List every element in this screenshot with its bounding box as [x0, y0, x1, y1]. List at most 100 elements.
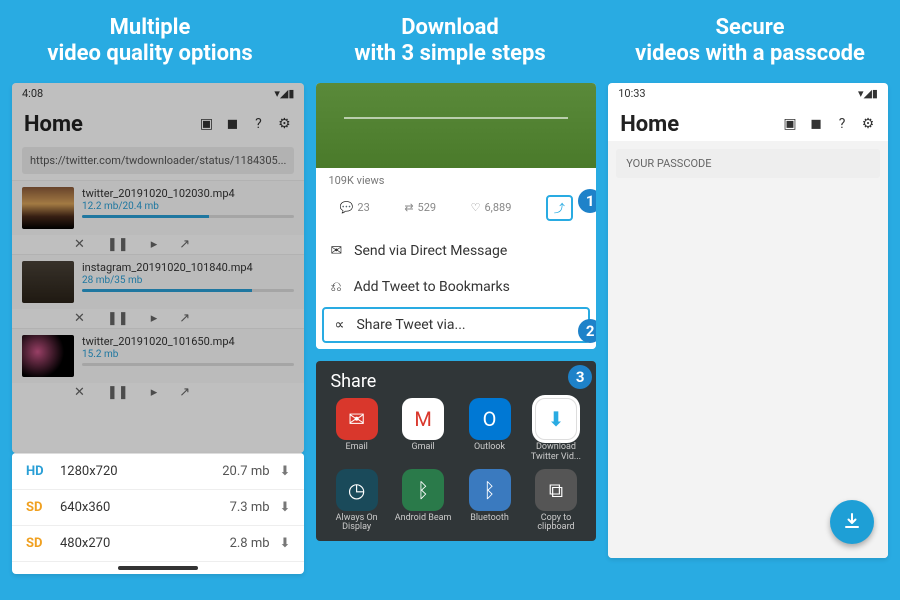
clock: 4:08	[22, 87, 43, 100]
bt-icon: ᛒ	[469, 469, 511, 511]
share-action[interactable]: ⤴	[546, 195, 573, 221]
step-badge-3: 3	[568, 365, 592, 389]
bookmark-icon: ⎌	[330, 279, 341, 295]
download-item[interactable]: twitter_20191020_101650.mp4 15.2 mb	[12, 328, 304, 383]
app-label: Android Beam	[395, 514, 452, 524]
like-action[interactable]: ♡ 6,889	[471, 195, 512, 221]
menu-share-via[interactable]: ∝Share Tweet via...	[322, 307, 590, 343]
resolution: 480x270	[60, 536, 230, 551]
comment-action[interactable]: 💬 23	[340, 195, 370, 221]
header-quality: Multiplevideo quality options	[0, 10, 300, 73]
app-label: Bluetooth	[470, 514, 509, 524]
quality-badge: SD	[26, 500, 60, 515]
cancel-icon[interactable]: ✕	[74, 385, 85, 400]
play-icon[interactable]: ▸	[151, 311, 158, 326]
clip-icon: ⧉	[535, 469, 577, 511]
retweet-action[interactable]: ⇄ 529	[404, 195, 436, 221]
tweet-card: 109K views 💬 23 ⇄ 529 ♡ 6,889 ⤴ 1 ✉Send …	[316, 83, 596, 349]
share-app-aod[interactable]: ◷ Always On Display	[326, 469, 386, 534]
status-icons: ▾◢▮	[274, 87, 294, 100]
thumbnail	[22, 187, 74, 229]
cancel-icon[interactable]: ✕	[74, 311, 85, 326]
clock: 10:33	[618, 87, 645, 100]
quality-option[interactable]: SD 640x360 7.3 mb ⬇	[12, 490, 304, 526]
app-label: Always On Display	[327, 514, 387, 534]
email-icon: ✉	[336, 398, 378, 440]
file-name: twitter_20191020_102030.mp4	[82, 187, 294, 200]
library-icon[interactable]: ▣	[198, 116, 214, 132]
status-bar: 10:33 ▾◢▮	[608, 83, 888, 104]
play-icon[interactable]: ▸	[151, 385, 158, 400]
share-icon[interactable]: ↗	[179, 311, 190, 326]
gear-icon[interactable]: ⚙	[276, 116, 292, 132]
download-item[interactable]: twitter_20191020_102030.mp4 12.2 mb/20.4…	[12, 180, 304, 235]
download-icon[interactable]: ⬇	[280, 500, 291, 515]
screen-passcode: 10:33 ▾◢▮ Home ▣ ◼ ? ⚙ YOUR PASSCODE	[608, 83, 888, 558]
ab-icon: ᛒ	[402, 469, 444, 511]
quality-option[interactable]: SD 480x270 2.8 mb ⬇	[12, 526, 304, 562]
quality-sheet: HD 1280x720 20.7 mb ⬇ SD 640x360 7.3 mb …	[12, 453, 304, 562]
bookmark-icon[interactable]: ◼	[808, 116, 824, 132]
gear-icon[interactable]: ⚙	[860, 116, 876, 132]
view-count: 109K views	[316, 168, 596, 191]
share-app-email[interactable]: ✉ Email	[326, 398, 386, 463]
share-app-bt[interactable]: ᛒ Bluetooth	[459, 469, 519, 534]
thumbnail	[22, 335, 74, 377]
quality-badge: SD	[26, 536, 60, 551]
share-icon: ∝	[334, 317, 344, 333]
play-icon[interactable]: ▸	[151, 237, 158, 252]
step-badge-1: 1	[578, 189, 596, 213]
pause-icon[interactable]: ❚❚	[107, 385, 129, 400]
share-app-clip[interactable]: ⧉ Copy to clipboard	[526, 469, 586, 534]
help-icon[interactable]: ?	[250, 116, 266, 132]
file-size: 15.2 mb	[82, 349, 294, 360]
menu-dm[interactable]: ✉Send via Direct Message	[316, 233, 596, 269]
nav-handle	[118, 566, 198, 570]
share-icon[interactable]: ↗	[179, 237, 190, 252]
download-item[interactable]: instagram_20191020_101840.mp4 28 mb/35 m…	[12, 254, 304, 309]
aod-icon: ◷	[336, 469, 378, 511]
download-controls: ✕ ❚❚ ▸ ↗	[22, 309, 294, 328]
page-title: Home	[620, 112, 679, 137]
quality-option[interactable]: HD 1280x720 20.7 mb ⬇	[12, 454, 304, 490]
passcode-input[interactable]: YOUR PASSCODE	[616, 149, 880, 178]
page-title: Home	[24, 112, 83, 137]
download-fab[interactable]	[830, 500, 874, 544]
share-app-dtv[interactable]: ⬇ Download Twitter Vid...	[526, 398, 586, 463]
app-label: Copy to clipboard	[526, 514, 586, 534]
resolution: 1280x720	[60, 464, 222, 479]
library-icon[interactable]: ▣	[782, 116, 798, 132]
outlook-icon: O	[469, 398, 511, 440]
bookmark-icon[interactable]: ◼	[224, 116, 240, 132]
step-badge-2: 2	[578, 319, 596, 343]
download-controls: ✕ ❚❚ ▸ ↗	[22, 383, 294, 402]
url-input[interactable]: https://twitter.com/twdownloader/status/…	[22, 147, 294, 174]
status-icons: ▾◢▮	[858, 87, 878, 100]
download-icon[interactable]: ⬇	[280, 536, 291, 551]
gmail-icon: M	[402, 398, 444, 440]
file-size: 28 mb/35 mb	[82, 275, 294, 286]
file-size: 20.7 mb	[222, 464, 269, 479]
header-secure: Securevideos with a passcode	[600, 10, 900, 73]
file-size: 7.3 mb	[230, 500, 270, 515]
download-controls: ✕ ❚❚ ▸ ↗	[22, 235, 294, 254]
file-size: 2.8 mb	[230, 536, 270, 551]
share-icon[interactable]: ↗	[179, 385, 190, 400]
header-download: Downloadwith 3 simple steps	[300, 10, 600, 73]
pause-icon[interactable]: ❚❚	[107, 237, 129, 252]
share-app-outlook[interactable]: O Outlook	[459, 398, 519, 463]
pause-icon[interactable]: ❚❚	[107, 311, 129, 326]
video-thumbnail[interactable]	[316, 83, 596, 168]
cancel-icon[interactable]: ✕	[74, 237, 85, 252]
app-label: Gmail	[411, 443, 434, 453]
share-app-ab[interactable]: ᛒ Android Beam	[393, 469, 453, 534]
menu-bookmark[interactable]: ⎌Add Tweet to Bookmarks	[316, 269, 596, 305]
share-sheet: 3 Share ✉ Email M Gmail O Outlook ⬇ Down…	[316, 361, 596, 542]
app-label: Outlook	[474, 443, 505, 453]
file-size: 12.2 mb/20.4 mb	[82, 201, 294, 212]
thumbnail	[22, 261, 74, 303]
download-icon[interactable]: ⬇	[280, 464, 291, 479]
screen-quality: 4:08 ▾◢▮ Home ▣ ◼ ? ⚙ https://twitter.co…	[12, 83, 304, 453]
share-app-gmail[interactable]: M Gmail	[393, 398, 453, 463]
help-icon[interactable]: ?	[834, 116, 850, 132]
